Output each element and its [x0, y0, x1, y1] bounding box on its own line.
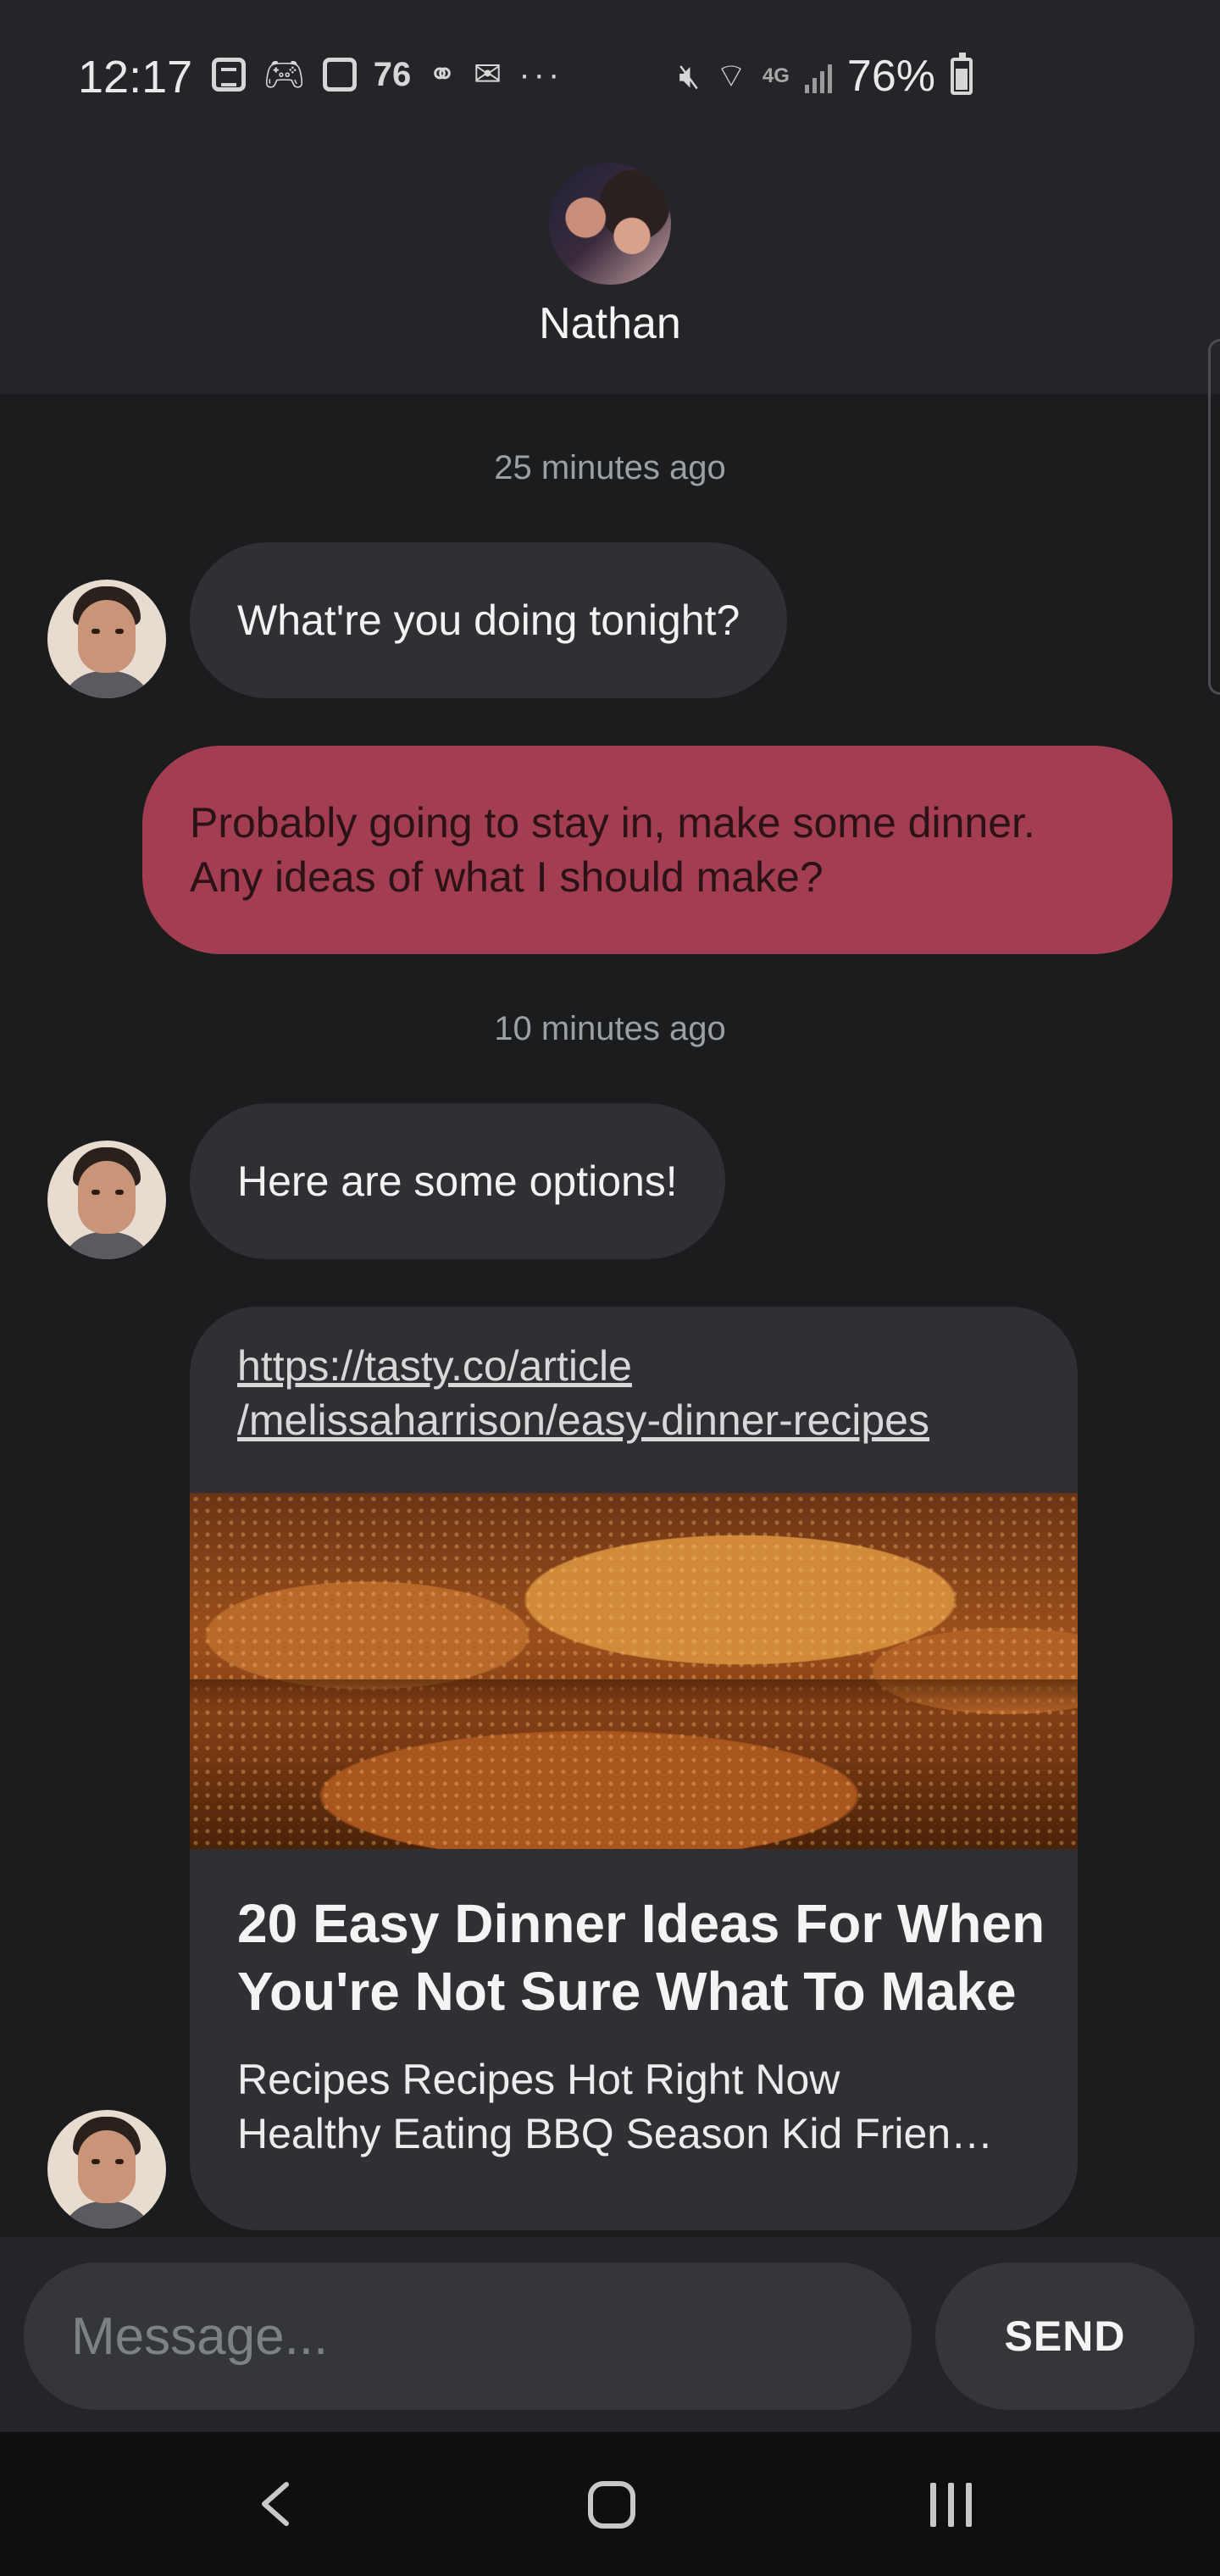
status-time: 12:17 — [78, 52, 193, 103]
contact-avatar[interactable] — [549, 163, 671, 285]
home-icon[interactable] — [588, 2481, 635, 2529]
system-icons: 🔇︎ ⌔ 4G 76% — [679, 51, 973, 102]
sender-avatar[interactable] — [47, 580, 166, 698]
outgoing-message[interactable]: Probably going to stay in, make some din… — [142, 746, 1173, 954]
status-bar: 12:17 🎮︎ 76 ⚭ ✉ ··· 🔇︎ ⌔ 4G 76% — [0, 0, 1220, 153]
notification-icons: 🎮︎ 76 ⚭ ✉ ··· — [212, 54, 563, 95]
link-icon: ⚭ — [428, 56, 457, 93]
edge-panel-handle[interactable] — [1208, 339, 1220, 695]
incoming-message[interactable]: Here are some options! — [190, 1103, 725, 1259]
sender-avatar[interactable] — [47, 2110, 166, 2229]
gmail-icon: ✉ — [473, 56, 502, 93]
notification-count: 76 — [373, 55, 412, 93]
more-notifications-icon: ··· — [518, 55, 563, 93]
link-description: Recipes Recipes Hot Right Now Healthy Ea… — [237, 2056, 994, 2157]
link-preview-card[interactable]: https://tasty.co/article /melissaharriso… — [190, 1307, 1078, 2230]
sender-avatar[interactable] — [47, 1141, 166, 1259]
send-button[interactable]: SEND — [935, 2262, 1195, 2410]
message-input[interactable] — [24, 2262, 912, 2410]
back-icon[interactable] — [254, 2481, 297, 2527]
signal-icon — [804, 59, 832, 93]
wifi-icon: ⌔ — [715, 58, 747, 95]
navigation-bar — [0, 2432, 1220, 2576]
link-url[interactable]: https://tasty.co/article /melissaharriso… — [237, 1339, 929, 1447]
conversation-header: Nathan — [0, 153, 1220, 394]
battery-icon — [951, 53, 973, 95]
timestamp: 10 minutes ago — [494, 1010, 726, 1047]
mute-icon: 🔇︎ — [679, 58, 701, 95]
link-title: 20 Easy Dinner Ideas For When You're Not… — [237, 1893, 1045, 2022]
link-preview-image[interactable] — [190, 1493, 1078, 1849]
recents-icon[interactable] — [930, 2483, 972, 2527]
contact-name[interactable]: Nathan — [0, 298, 1220, 349]
battery-percent: 76% — [846, 52, 935, 101]
messages-notification-icon — [212, 58, 246, 92]
message-composer: SEND — [0, 2237, 1220, 2432]
game-controller-icon: 🎮︎ — [263, 56, 306, 93]
bookmark-app-icon — [322, 58, 357, 92]
timestamp: 25 minutes ago — [494, 449, 726, 486]
incoming-message[interactable]: What're you doing tonight? — [190, 542, 788, 698]
network-type: 4G — [762, 64, 790, 87]
